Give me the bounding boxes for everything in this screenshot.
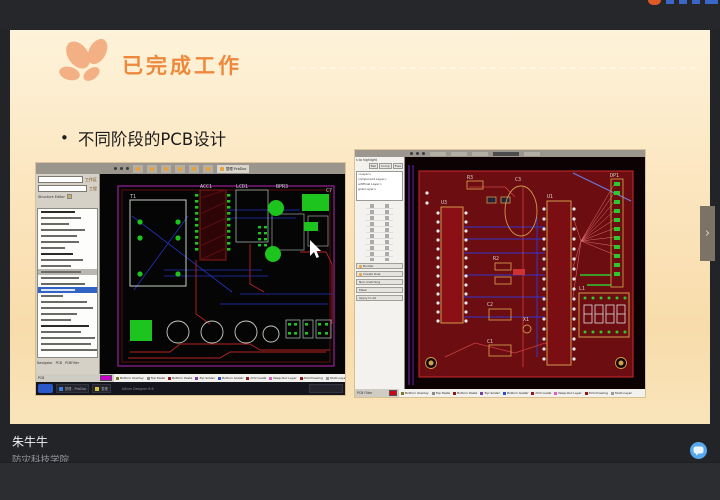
panel-button-row: Net Comp Free: [356, 163, 403, 169]
document-tab: [133, 165, 143, 173]
document-tab: [203, 165, 213, 173]
component-label: U1: [547, 194, 553, 200]
panel-hint-text: s to highlight: [356, 158, 403, 162]
bullet-marker: •: [60, 129, 69, 147]
workspace-button: 工作区: [85, 177, 97, 183]
cutoff-app-icons: [648, 0, 718, 5]
butterfly-icon: [62, 38, 114, 88]
chat-bubble-icon: [693, 446, 704, 456]
chat-button[interactable]: [690, 442, 707, 459]
panel-chip: Apply to All: [356, 295, 403, 301]
slide-title: 已完成工作: [122, 50, 242, 80]
component-label: X1: [523, 317, 529, 323]
mouse-cursor-icon: [310, 240, 321, 258]
panel-chip: Mask: [356, 287, 403, 293]
pcb-panel: s to highlight Net Comp Free <Layer> com…: [355, 157, 405, 389]
taskbar-app-title: Altium Designer 6.6: [122, 387, 154, 391]
powerpoint-logo-fragment: [648, 0, 661, 5]
document-tab-bar: 整理.PcbDoc: [36, 163, 345, 174]
panel-chip: Non-matching: [356, 279, 403, 285]
component-label: R2: [493, 256, 499, 262]
document-tab: [175, 165, 185, 173]
top-bar: [0, 0, 720, 30]
component-label: ACC1: [200, 184, 212, 190]
dashed-divider: [290, 67, 696, 69]
component-label: C3: [515, 177, 521, 183]
panel-chip: Create Rule: [356, 271, 403, 277]
start-button-icon: [38, 384, 53, 393]
projects-panel: 工作区 工程 Structure Editor: [36, 174, 100, 374]
taskbar-item: 整理: [92, 384, 110, 393]
current-layer-chip: [389, 390, 397, 396]
pcb-canvas-maroon: R3 C3 U3 U1 R2 C2 C1 X1 L1 DP1: [405, 157, 645, 389]
document-tab: [189, 165, 199, 173]
taskbar-item: 整理 - PcbDoc: [56, 384, 89, 393]
component-label: T1: [130, 194, 136, 200]
panel-bottom-tabs: Navigator PCB PCBFilter: [37, 361, 99, 365]
project-file-tree: [37, 208, 98, 358]
windows-taskbar: 整理 - PcbDoc 整理 Altium Designer 6.6: [36, 382, 345, 395]
red-traces: [128, 244, 332, 358]
workspace-dropdown: [38, 176, 83, 183]
document-tab-bar: [355, 150, 645, 157]
project-button: 工程: [89, 186, 97, 192]
component-label: DP1: [610, 173, 619, 179]
toolbar-glyph-fragment: [679, 0, 687, 4]
net-checkbox-grid: [356, 203, 403, 261]
document-tab: [161, 165, 171, 173]
component-label: C7: [326, 188, 332, 194]
shared-slide: 已完成工作 • 不同阶段的PCB设计 整理.PcbDoc: [10, 30, 710, 424]
slide-bullet: • 不同阶段的PCB设计: [60, 126, 226, 150]
toolbar-glyph-fragment: [666, 0, 674, 4]
window-buttons-icon: [410, 152, 425, 155]
presenter-name: 朱牛牛: [12, 433, 69, 450]
layer-tab-bar: PCB Bottom Overlay Top Paste Bottom Past…: [36, 374, 345, 382]
pcb-screenshot-routing-stage: 整理.PcbDoc 工作区 工程 Structure Editor: [36, 163, 345, 395]
layer-tab-bar: PCB Filter Bottom Overlay Top Paste Bott…: [355, 389, 645, 397]
component-label: R3: [467, 175, 473, 181]
component-label: LCD1: [236, 184, 248, 190]
active-document-tab: 整理.PcbDoc: [217, 165, 249, 173]
document-tab: [147, 165, 157, 173]
layer-list: <Layer> component Layer> artificial Laye…: [356, 171, 403, 201]
toolbar-glyph-fragment: [705, 0, 718, 4]
component-label: C1: [487, 339, 493, 345]
system-tray: [309, 384, 343, 393]
window-buttons-icon: [114, 167, 129, 170]
project-dropdown: [38, 185, 87, 192]
chevron-right-icon: ›: [705, 226, 710, 241]
panel-icon: [67, 194, 72, 199]
meeting-screen: 已完成工作 • 不同阶段的PCB设计 整理.PcbDoc: [0, 0, 720, 500]
component-label: L1: [579, 286, 585, 292]
component-label: BPR3: [276, 184, 288, 190]
bullet-text: 不同阶段的PCB设计: [78, 126, 226, 150]
next-slide-chevron[interactable]: ›: [700, 206, 715, 261]
pcb-screenshot-layout-stage: s to highlight Net Comp Free <Layer> com…: [355, 150, 645, 397]
component-label: C2: [487, 302, 493, 308]
panel-chip: Builder: [356, 263, 403, 269]
active-document-tab: [493, 152, 519, 156]
current-layer-chip: [100, 375, 112, 381]
call-toolbar: 钉钉: [0, 462, 720, 500]
pcb-canvas-dark: T1 ACC1 LCD1 BPR3 C7: [100, 174, 345, 374]
blue-traces: [132, 210, 332, 304]
component-label: U3: [441, 200, 447, 206]
toolbar-glyph-fragment: [692, 0, 700, 4]
structure-editor-label: Structure Editor: [38, 195, 65, 199]
